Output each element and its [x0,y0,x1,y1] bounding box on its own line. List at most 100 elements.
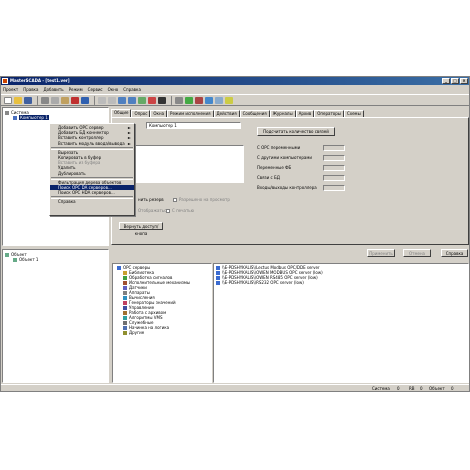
open-icon[interactable] [14,96,22,104]
library-item-icon [123,285,127,290]
run-icon[interactable] [185,96,193,104]
context-menu-item[interactable]: Поиск OPC HDA серверов... [50,190,134,195]
paste-icon[interactable] [61,96,69,104]
library-item-icon [117,265,121,270]
back-icon[interactable] [98,96,106,104]
controller-io-label: Входы/выходы контроллера [257,185,317,190]
window-title: MasterSCADA - [test1.ver] [10,78,70,83]
menu-mode[interactable]: Режим [69,86,83,93]
library-pane: OPC серверы Библиотека Обработка сигналов И… [112,263,212,383]
name-field[interactable]: Компьютер 1 [146,122,241,129]
toolbar-separator [94,95,95,105]
server-icon [216,280,220,285]
help-icon[interactable] [225,96,233,104]
view-allowed-label: Разрешено на просмотр [179,197,230,202]
context-menu-item-label: Справка [58,199,76,205]
server-icon [216,270,220,275]
forward-icon[interactable] [108,96,116,104]
library-item-icon [123,330,127,335]
view-allowed-checkbox[interactable] [173,198,177,202]
context-menu-item-label: Поиск OPC HDA серверов... [58,190,115,196]
menu-add[interactable]: Добавить [43,86,63,93]
object-icon [13,257,17,262]
copy-icon[interactable] [51,96,59,104]
count-links-button[interactable]: Подсчитать количество связей [257,127,335,136]
apply-button[interactable]: Применить [367,249,395,257]
context-menu-item-label: Вставить модуль ввода/вывода [58,140,125,146]
restore-access-button[interactable]: Вернуть доступ/кнопа [119,222,163,236]
new-icon[interactable] [4,96,12,104]
minimize-button[interactable]: _ [442,78,450,84]
library-item-icon [123,290,127,295]
tab-schemes[interactable]: Схемы [343,110,364,117]
tab-archive[interactable]: Архив [295,110,315,117]
menu-project[interactable]: Проект [3,86,18,93]
tree-node-computer[interactable]: Компьютер 1 [5,115,49,120]
undo-icon[interactable] [81,96,89,104]
context-menu-item[interactable]: Вставить модуль ввода/вывода ► [50,141,134,146]
tab-operators[interactable]: Операторы [314,110,344,117]
library-tree: OPC серверы Библиотека Обработка сигналов И… [117,265,190,335]
tab-actions[interactable]: Действия [213,110,240,117]
menu-help[interactable]: Справка [123,86,141,93]
status-bar: Система 0 RB 0 Объект 0 [1,384,469,391]
library-item-icon [123,295,127,300]
db-links-count [323,175,345,181]
opc-server-item[interactable]: \\E-PDSHYKALIS\\RS232 OPC server (low) [216,280,323,285]
print-icon[interactable] [175,96,183,104]
library-item[interactable]: Другие [117,330,190,335]
object-tree-pane: Объект Объект 1 [2,249,109,383]
down-icon[interactable] [128,96,136,104]
menu-service[interactable]: Сервис [88,86,103,93]
help-button[interactable]: Справка [441,249,468,257]
tab-runtime-mode[interactable]: Режим исполнения [167,110,214,117]
up-icon[interactable] [118,96,126,104]
save-icon[interactable] [24,96,32,104]
object-tree: Объект Объект 1 [5,252,38,262]
controller-io-count [323,185,345,191]
library-item-icon [123,305,127,310]
settings-icon[interactable] [215,96,223,104]
library-item-icon [123,315,127,320]
fb-vars-count [323,165,345,171]
tab-poll[interactable]: Опрос [131,110,151,117]
table-icon[interactable] [158,96,166,104]
delete-icon[interactable] [71,96,79,104]
close-button[interactable]: × [460,78,468,84]
context-menu-item-label: Дублировать [58,170,86,176]
app-icon [2,78,8,84]
toolbar-separator [37,95,38,105]
library-item-icon [123,280,127,285]
stop-icon[interactable] [195,96,203,104]
library-item-icon [123,320,127,325]
cut-icon[interactable] [41,96,49,104]
tree-node-object-1[interactable]: Объект 1 [5,257,38,262]
tree-icon[interactable] [138,96,146,104]
reserve-label: нить резерв [138,197,164,202]
status-value-3: 0 [420,386,423,391]
tab-logs[interactable]: Журналы [269,110,296,117]
library-item-icon [123,310,127,315]
server-list: \\E-PDSHYKALIS\\Lectus Modbus OPC/DDE se… [216,265,323,285]
cancel-button[interactable]: Отмена [403,249,431,257]
monitor-icon[interactable] [205,96,213,104]
library-item-icon [123,275,127,280]
menu-window[interactable]: Окно [108,86,119,93]
pen-icon[interactable] [148,96,156,104]
tab-general[interactable]: Общие [111,109,132,117]
toolbar [1,94,469,106]
opc-vars-count [323,145,345,151]
print-checkbox[interactable] [166,209,170,213]
status-label: Система [372,386,390,391]
maximize-button[interactable]: □ [451,78,459,84]
library-item-icon [123,270,127,275]
status-value-4: 0 [451,386,454,391]
context-menu-item[interactable]: Справка [50,199,134,204]
tab-messages[interactable]: Сообщения [239,110,270,117]
menu-bar: Проект Правка Добавить Режим Сервис Окно… [1,86,469,93]
server-list-pane: \\E-PDSHYKALIS\\Lectus Modbus OPC/DDE se… [213,263,469,383]
menu-edit[interactable]: Правка [23,86,38,93]
context-menu-item[interactable]: Дублировать [50,171,134,176]
other-computers-count [323,155,345,161]
tab-windows[interactable]: Окна [150,110,168,117]
